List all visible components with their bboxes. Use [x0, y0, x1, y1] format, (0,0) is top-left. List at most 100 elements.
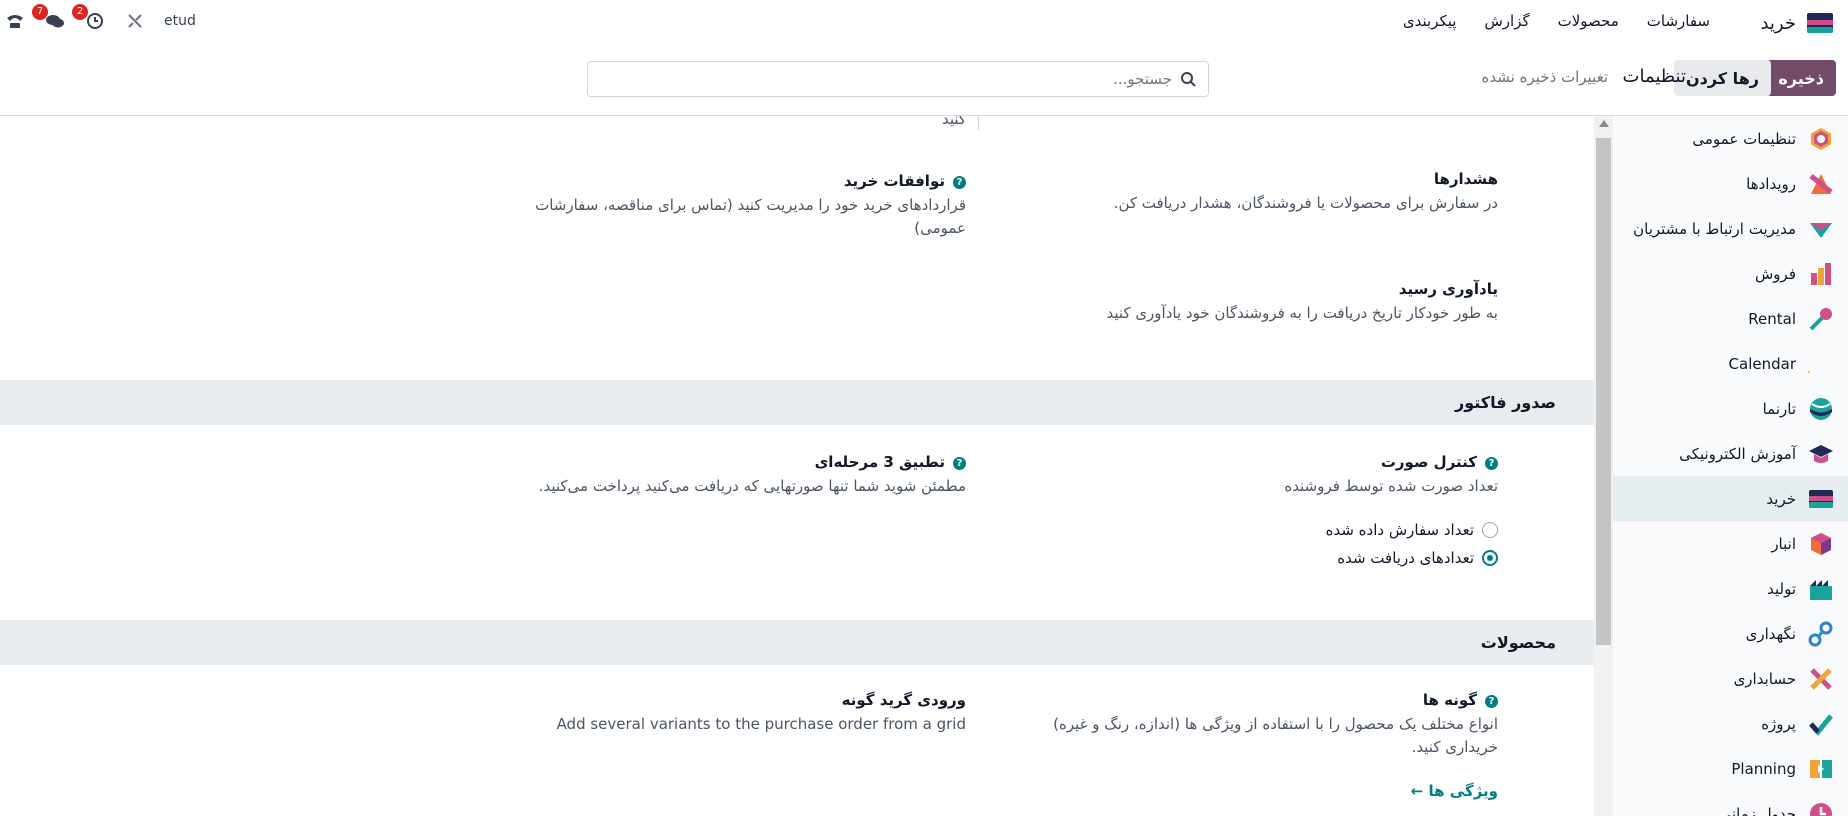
sidebar-item-accounting[interactable]: حسابداری	[1613, 656, 1848, 701]
radio-ordered-quantities[interactable]: تعداد سفارش داده شده	[1326, 521, 1498, 539]
purchase-icon	[1809, 489, 1833, 508]
radio-button[interactable]	[1482, 522, 1498, 538]
purchase-app-icon	[1807, 13, 1833, 33]
database-name[interactable]: etud	[164, 13, 196, 29]
help-icon[interactable]: ?	[1485, 695, 1498, 708]
three-way-matching-title: ?تطبیق 3 مرحله‌ای	[815, 453, 966, 471]
top-navbar: خرید سفارشات محصولات گزارش پیکربندی etud…	[0, 0, 1848, 46]
sidebar-item-label: Calendar	[1728, 354, 1796, 373]
sidebar-item-events[interactable]: رویدادها	[1613, 161, 1848, 206]
activities-clock-icon[interactable]: 2	[72, 4, 106, 32]
purchase-agreements-title: ?توافقات خرید	[844, 172, 966, 190]
unsaved-changes-indicator: تغییرات ذخیره نشده	[1481, 68, 1608, 86]
messages-badge: 7	[32, 4, 48, 20]
radio-label: تعداد سفارش داده شده	[1325, 521, 1474, 539]
menu-reporting[interactable]: گزارش	[1484, 12, 1529, 30]
bill-control-description: تعداد صورت شده توسط فروشنده	[1284, 477, 1498, 495]
messages-chat-icon[interactable]: 7	[32, 4, 66, 32]
events-icon	[1809, 173, 1833, 194]
website-icon	[1810, 397, 1832, 420]
purchase-agreements-description: قراردادهای خرید خود را مدیریت کنید (تماس…	[535, 196, 966, 237]
app-brand[interactable]: خرید	[1760, 9, 1834, 37]
elearning-icon	[1809, 444, 1833, 463]
sidebar-item-elearning[interactable]: آموزش الکترونیکی	[1613, 431, 1848, 476]
sidebar-item-manufacturing[interactable]: تولید	[1613, 566, 1848, 611]
cut-off-description: کنید	[942, 116, 967, 128]
section-invoicing-header: صدور فاکتور	[0, 380, 1594, 425]
sidebar-item-project[interactable]: پروژه	[1613, 701, 1848, 746]
sales-icon	[1811, 262, 1831, 285]
sidebar-item-sales[interactable]: فروش	[1613, 251, 1848, 296]
help-icon[interactable]: ?	[953, 176, 966, 189]
project-icon	[1809, 713, 1833, 736]
variant-grid-entry-description: Add several variants to the purchase ord…	[556, 715, 966, 733]
phone-icon[interactable]	[4, 10, 26, 32]
activities-badge: 2	[72, 4, 88, 20]
rental-icon	[1809, 307, 1832, 330]
help-icon[interactable]: ?	[953, 457, 966, 470]
discard-button[interactable]: رها کردن	[1673, 60, 1771, 96]
sidebar-item-maintenance[interactable]: نگهداری	[1613, 611, 1848, 656]
scrollbar-thumb[interactable]	[1596, 138, 1611, 645]
calendar-icon: 31	[1808, 353, 1810, 377]
svg-text:31: 31	[1808, 353, 1810, 377]
receipt-reminder-description: به طور خودکار تاریخ دریافت را به فروشندگ…	[1106, 304, 1498, 322]
manufacturing-icon	[1810, 579, 1832, 600]
sidebar-item-label: Rental	[1748, 309, 1796, 328]
sidebar-item-label: پروژه	[1761, 714, 1796, 733]
sidebar-item-purchase[interactable]: خرید	[1613, 476, 1848, 521]
attributes-link[interactable]: ویژگی ها ←	[1411, 782, 1498, 800]
sidebar-item-label: حسابداری	[1733, 669, 1796, 688]
sidebar-item-label: انبار	[1771, 534, 1796, 553]
sidebar-item-planning[interactable]: Planning	[1613, 746, 1848, 791]
bill-control-title: ?کنترل صورت	[1381, 453, 1498, 471]
sidebar-item-general-settings[interactable]: تنظیمات عمومی	[1613, 116, 1848, 161]
control-panel: ذخیره رها کردن تنظیمات تغییرات ذخیره نشد…	[0, 46, 1848, 116]
sidebar-item-website[interactable]: تارنما	[1613, 386, 1848, 431]
save-button[interactable]: ذخیره	[1766, 60, 1836, 96]
warnings-description: در سفارش برای محصولات یا فروشندگان، هشدا…	[1113, 194, 1498, 212]
systray: etud 2 7	[4, 4, 196, 32]
search-input[interactable]	[600, 70, 1172, 88]
three-way-matching-description: مطمئن شوید شما تنها صورتهایی که دریافت م…	[538, 477, 966, 495]
sidebar-item-calendar[interactable]: 31 Calendar	[1613, 341, 1848, 386]
sidebar-item-crm[interactable]: مدیریت ارتباط با مشتریان	[1613, 206, 1848, 251]
timesheet-icon	[1810, 802, 1832, 816]
sidebar-item-label: فروش	[1754, 264, 1796, 283]
sidebar-item-timesheet[interactable]: جدول زمانی	[1613, 791, 1848, 816]
debug-tools-icon[interactable]	[124, 10, 146, 32]
inventory-icon	[1811, 532, 1831, 555]
section-products-header: محصولات	[0, 620, 1594, 665]
sidebar-item-label: مدیریت ارتباط با مشتریان	[1633, 219, 1796, 238]
app-name: خرید	[1760, 12, 1796, 34]
warnings-title: هشدارها	[1433, 170, 1498, 188]
menu-configuration[interactable]: پیکربندی	[1403, 12, 1457, 30]
page-title: تنظیمات	[1622, 66, 1686, 87]
planning-icon	[1810, 759, 1832, 778]
arrow-left-icon: ←	[1410, 782, 1424, 800]
main-menu: سفارشات محصولات گزارش پیکربندی	[1403, 12, 1710, 30]
radio-received-quantities[interactable]: تعدادهای دریافت شده	[1337, 549, 1498, 567]
menu-products[interactable]: محصولات	[1558, 12, 1619, 30]
content-scrollbar[interactable]	[1594, 116, 1613, 816]
sidebar-item-label: خرید	[1766, 489, 1796, 508]
sidebar-item-label: تنظیمات عمومی	[1692, 129, 1796, 148]
menu-orders[interactable]: سفارشات	[1647, 12, 1710, 30]
sidebar-item-label: جدول زمانی	[1719, 804, 1796, 816]
accounting-icon	[1810, 667, 1832, 690]
radio-button-selected[interactable]	[1482, 550, 1498, 566]
variants-description: انواع مختلف یک محصول را با استفاده از وی…	[1053, 715, 1498, 756]
general-settings-icon	[1811, 127, 1831, 150]
radio-label: تعدادهای دریافت شده	[1337, 549, 1474, 567]
search-box[interactable]	[587, 61, 1209, 97]
sidebar-item-rental[interactable]: Rental	[1613, 296, 1848, 341]
settings-sidebar: تنظیمات عمومی رویدادها مدیریت ارتباط با …	[1613, 116, 1848, 816]
sidebar-item-label: تارنما	[1762, 399, 1796, 418]
help-icon[interactable]: ?	[1485, 457, 1498, 470]
sidebar-item-label: Planning	[1731, 759, 1796, 778]
sidebar-item-label: تولید	[1767, 579, 1796, 598]
scroll-up-arrow-icon[interactable]	[1599, 120, 1609, 127]
sidebar-item-label: آموزش الکترونیکی	[1679, 444, 1796, 463]
sidebar-item-inventory[interactable]: انبار	[1613, 521, 1848, 566]
crm-icon	[1810, 222, 1832, 238]
